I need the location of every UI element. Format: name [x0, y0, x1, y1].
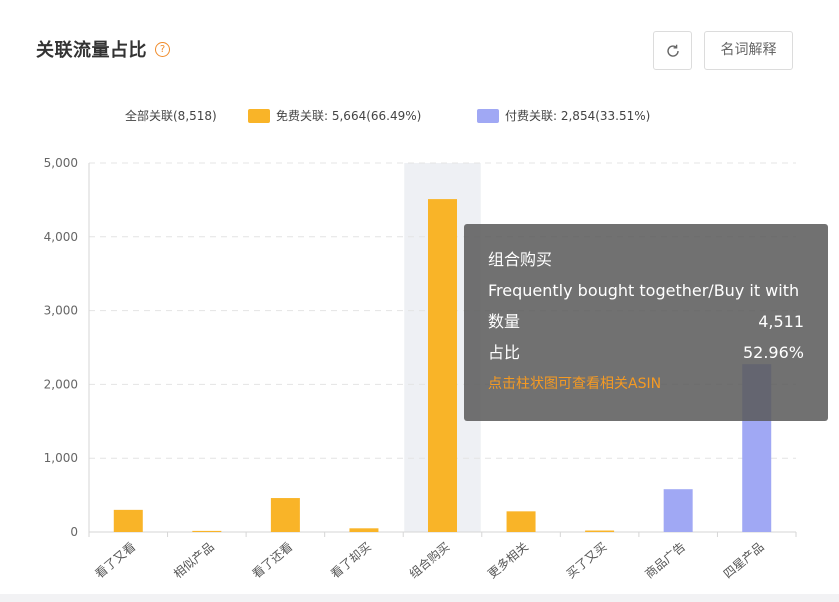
- traffic-share-card: 关联流量占比 ? 名词解释 全部关联(8,518) 免费关联: 5,664(66…: [0, 0, 839, 594]
- chart-tooltip: 组合购买 Frequently bought together/Buy it w…: [464, 224, 828, 421]
- tooltip-count-label: 数量: [488, 312, 521, 331]
- bar-看了却买: [349, 528, 379, 532]
- tooltip-category: 组合购买: [488, 250, 553, 269]
- tooltip-category-en: Frequently bought together/Buy it with: [488, 281, 800, 300]
- x-tick-label: 四星产品: [721, 540, 767, 582]
- bar-组合购买: [428, 199, 457, 532]
- x-tick-label: 组合购买: [406, 539, 452, 581]
- bar-更多相关: [506, 511, 536, 532]
- tooltip-share-label: 占比: [488, 343, 521, 362]
- x-tick-label: 更多相关: [485, 540, 531, 582]
- bar-看了还看: [270, 498, 300, 532]
- bar-相似产品: [192, 530, 222, 532]
- tooltip-count-row: 数量 4,511: [488, 312, 804, 343]
- bar-看了又看: [113, 509, 143, 532]
- tooltip-share-row: 占比 52.96%: [488, 343, 804, 374]
- x-tick-label: 看了却买: [328, 540, 374, 582]
- x-tick-label: 商品广告: [642, 539, 688, 581]
- x-tick-label: 买了又买: [564, 540, 610, 582]
- tooltip-share-value: 52.96%: [742, 343, 804, 362]
- x-tick-label: 相似产品: [171, 540, 217, 582]
- y-tick-label: 3,000: [44, 304, 78, 318]
- y-tick-label: 2,000: [44, 377, 78, 391]
- y-tick-label: 0: [70, 525, 78, 539]
- tooltip-count-value: 4,511: [758, 312, 804, 331]
- bar-商品广告: [663, 489, 693, 532]
- y-tick-label: 5,000: [44, 156, 78, 170]
- x-tick-label: 看了还看: [250, 540, 296, 582]
- y-tick-label: 1,000: [44, 451, 78, 465]
- x-tick-label: 看了又看: [92, 540, 138, 582]
- y-tick-label: 4,000: [44, 230, 78, 244]
- bar-买了又买: [585, 530, 615, 532]
- tooltip-asin-link[interactable]: 点击柱状图可查看相关ASIN: [488, 374, 804, 394]
